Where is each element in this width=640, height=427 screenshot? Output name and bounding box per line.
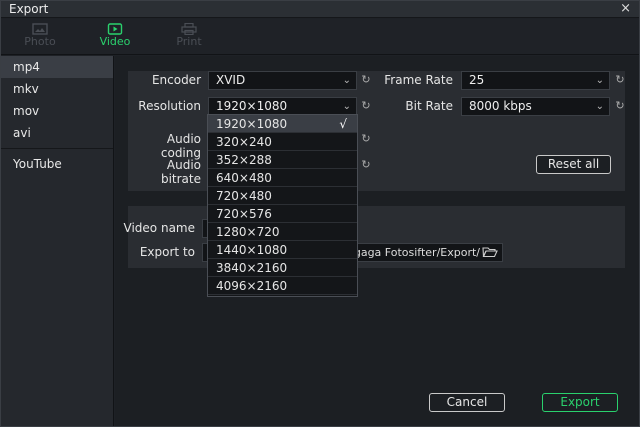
resolution-option-label: 1920×1080: [216, 117, 288, 131]
resolution-option-label: 720×576: [216, 207, 272, 221]
resolution-dropdown-list: 1920×1080 √ 320×240 352×288 640×480 720×480 72…: [207, 114, 358, 297]
chevron-down-icon: ⌄: [342, 75, 351, 86]
export-window: Export × Photo Video Print mp4 mkv mov a…: [0, 0, 640, 427]
audio-bitrate-label: Audio bitrate: [160, 158, 201, 186]
resolution-option-label: 320×240: [216, 135, 272, 149]
resolution-option[interactable]: 720×480: [208, 187, 357, 205]
frame-rate-label: Frame Rate: [384, 73, 453, 87]
sidebar-item-mov[interactable]: mov: [1, 100, 113, 122]
sidebar-item-youtube[interactable]: YouTube: [1, 153, 113, 175]
encoder-value: XVID: [216, 73, 246, 87]
resolution-value: 1920×1080: [216, 99, 288, 113]
tab-print[interactable]: Print: [161, 21, 217, 55]
export-to-label: Export to: [139, 245, 195, 259]
video-name-label: Video name: [123, 221, 195, 235]
resolution-option[interactable]: 1440×1080: [208, 241, 357, 259]
chevron-down-icon: ⌄: [595, 75, 604, 86]
resolution-option-label: 1280×720: [216, 225, 280, 239]
sidebar-item-mp4[interactable]: mp4: [1, 56, 113, 78]
resolution-option[interactable]: 3840×2160: [208, 259, 357, 277]
resolution-option-label: 352×288: [216, 153, 272, 167]
image-icon: [32, 23, 48, 35]
resolution-option[interactable]: 1280×720: [208, 223, 357, 241]
resolution-option[interactable]: 352×288: [208, 151, 357, 169]
close-icon[interactable]: ×: [620, 1, 631, 16]
reset-icon[interactable]: ↻: [360, 74, 372, 86]
reset-icon[interactable]: ↻: [614, 100, 626, 112]
encoder-select[interactable]: XVID ⌄: [208, 71, 357, 90]
reset-icon[interactable]: ↻: [360, 133, 372, 145]
sidebar-item-mkv[interactable]: mkv: [1, 78, 113, 100]
title-bar: Export ×: [1, 1, 639, 18]
reset-icon[interactable]: ↻: [360, 100, 372, 112]
frame-rate-select[interactable]: 25 ⌄: [461, 71, 610, 90]
audio-coding-label: Audio coding: [160, 132, 201, 160]
checkmark-icon: √: [339, 117, 347, 131]
reset-icon[interactable]: ↻: [614, 74, 626, 86]
resolution-option-label: 4096×2160: [216, 279, 288, 293]
tab-photo[interactable]: Photo: [12, 21, 68, 55]
sidebar-item-avi[interactable]: avi: [1, 122, 113, 144]
resolution-option[interactable]: 640×480: [208, 169, 357, 187]
frame-rate-value: 25: [469, 73, 485, 87]
reset-all-button[interactable]: Reset all: [536, 155, 611, 174]
bit-rate-label: Bit Rate: [405, 99, 453, 113]
sidebar-divider: [1, 148, 113, 149]
tab-label: Print: [176, 35, 202, 48]
export-tabs: Photo Video Print: [1, 19, 639, 55]
resolution-option-label: 1440×1080: [216, 243, 288, 257]
export-button[interactable]: Export: [542, 393, 618, 412]
resolution-option-label: 720×480: [216, 189, 272, 203]
folder-open-icon[interactable]: [482, 246, 498, 258]
resolution-option[interactable]: 320×240: [208, 133, 357, 151]
resolution-option-label: 640×480: [216, 171, 272, 185]
encoder-label: Encoder: [151, 73, 201, 87]
tab-video[interactable]: Video: [87, 21, 143, 55]
chevron-down-icon: ⌄: [595, 101, 604, 112]
reset-icon[interactable]: ↻: [360, 159, 372, 171]
resolution-option[interactable]: 720×576: [208, 205, 357, 223]
cancel-button[interactable]: Cancel: [429, 393, 505, 412]
tab-label: Photo: [24, 35, 56, 48]
video-icon: [107, 23, 123, 35]
window-title: Export: [9, 2, 49, 16]
resolution-option-label: 3840×2160: [216, 261, 288, 275]
format-sidebar: mp4 mkv mov avi YouTube: [1, 56, 114, 426]
resolution-option[interactable]: 4096×2160: [208, 277, 357, 295]
bit-rate-value: 8000 kbps: [469, 99, 532, 113]
printer-icon: [181, 23, 197, 35]
tab-label: Video: [99, 35, 131, 48]
bit-rate-select[interactable]: 8000 kbps ⌄: [461, 97, 610, 116]
chevron-down-icon: ⌄: [342, 101, 351, 112]
resolution-label: Resolution: [138, 99, 201, 113]
resolution-option[interactable]: 1920×1080 √: [208, 115, 357, 133]
